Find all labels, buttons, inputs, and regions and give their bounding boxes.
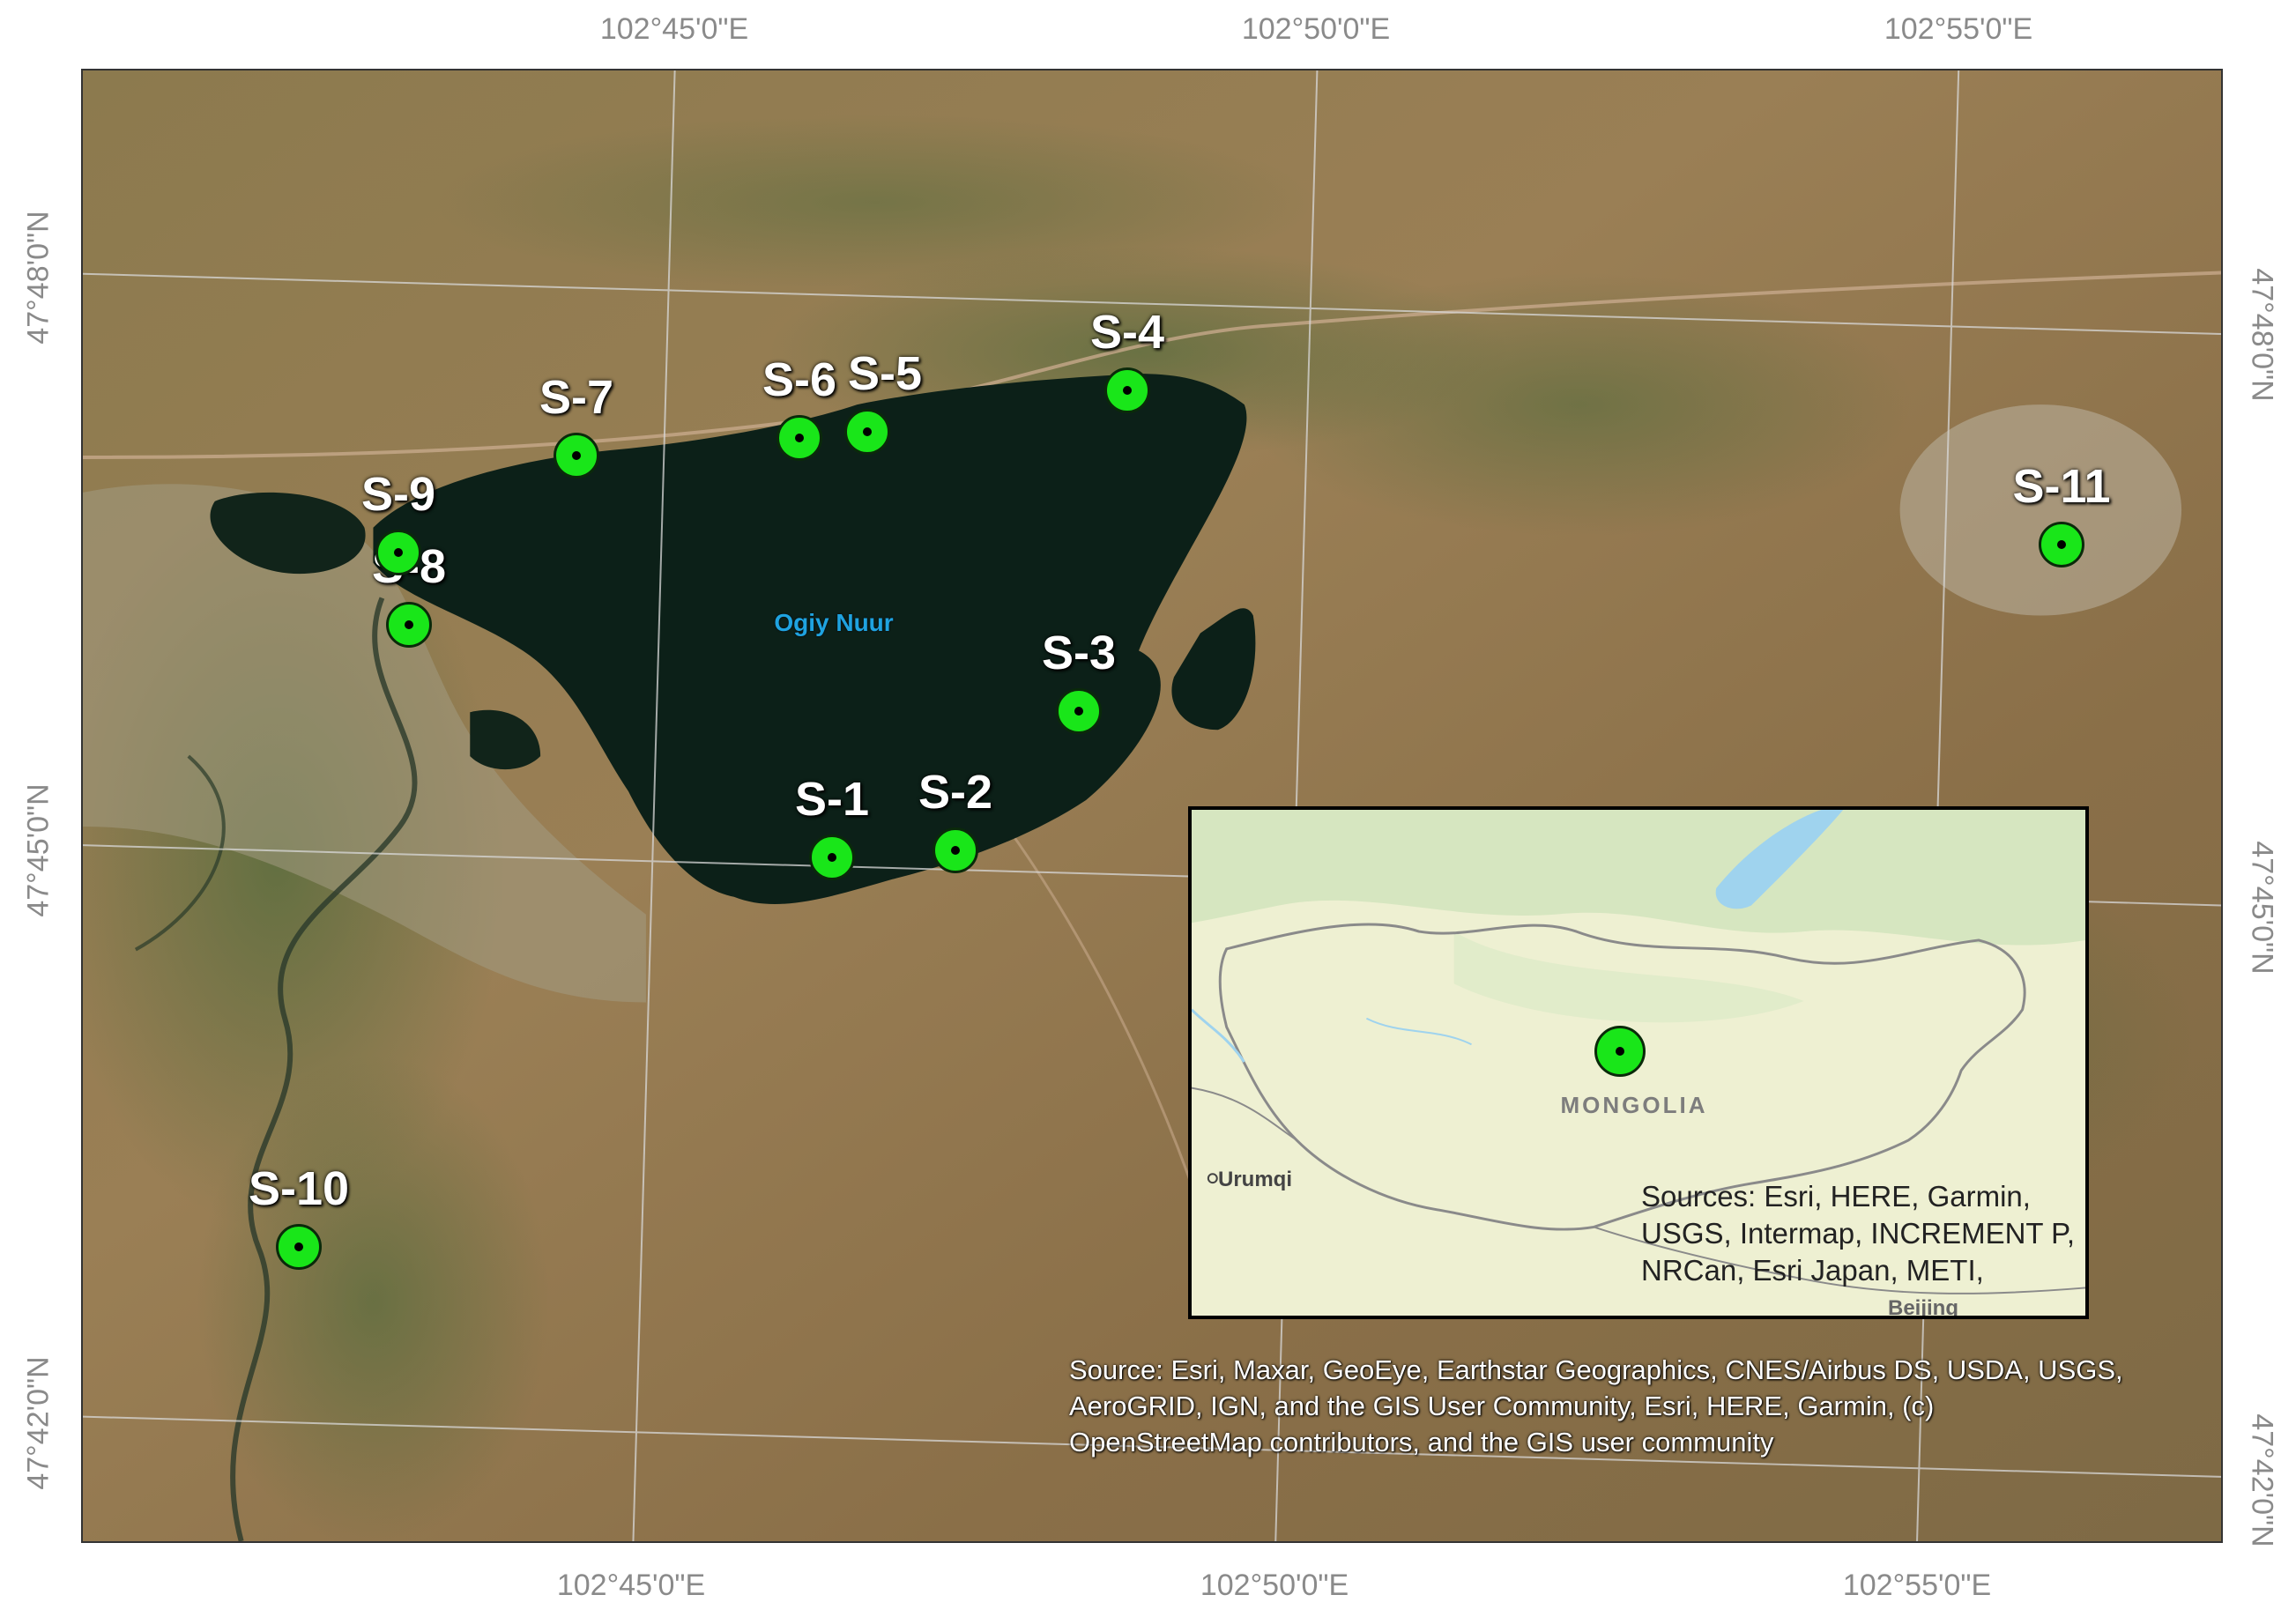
site-label-s2: S-2: [918, 766, 993, 819]
site-marker-s8[interactable]: [386, 602, 432, 648]
site-marker-s10[interactable]: [276, 1224, 322, 1270]
site-marker-s1[interactable]: [809, 834, 855, 880]
inset-country-label: MONGOLIA: [1560, 1092, 1708, 1118]
inset-city-urumqi: Urumqi: [1218, 1168, 1292, 1191]
site-label-s6: S-6: [762, 353, 837, 406]
site-label-s5: S-5: [847, 347, 923, 400]
left-lat-label-2: 47°45'0"N: [21, 783, 56, 917]
bottom-lon-label-3: 102°55'0"E: [1842, 1569, 1992, 1602]
inset-city-beijing: Beijing: [1888, 1296, 1959, 1319]
top-lon-label-2: 102°50'0"E: [1241, 12, 1391, 46]
site-marker-s2[interactable]: [933, 827, 978, 873]
site-label-s11: S-11: [2012, 460, 2111, 513]
site-label-s1: S-1: [794, 773, 870, 826]
site-marker-s3[interactable]: [1056, 688, 1102, 734]
right-lat-label-1: 47°48'0"N: [2245, 268, 2279, 402]
site-marker-s11[interactable]: [2039, 522, 2084, 567]
top-lon-label-3: 102°55'0"E: [1884, 12, 2033, 46]
left-lat-label-3: 47°42'0"N: [21, 1356, 56, 1490]
inset-locator-map[interactable]: MONGOLIA Urumqi Sources: Esri, HERE, Gar…: [1188, 806, 2089, 1319]
site-label-s7: S-7: [539, 371, 614, 424]
inset-study-area-marker[interactable]: [1594, 1026, 1646, 1077]
lake-name-label: Ogiy Nuur: [774, 609, 894, 636]
top-lon-label-1: 102°45'0"E: [599, 12, 749, 46]
site-marker-s6[interactable]: [776, 415, 822, 461]
basemap-attribution: Source: Esri, Maxar, GeoEye, Earthstar G…: [1069, 1354, 2123, 1458]
site-marker-s4[interactable]: [1104, 367, 1150, 413]
right-lat-label-2: 47°45'0"N: [2245, 841, 2279, 975]
site-label-s3: S-3: [1041, 627, 1117, 679]
left-lat-label-1: 47°48'0"N: [21, 211, 56, 345]
right-lat-label-3: 47°42'0"N: [2245, 1413, 2279, 1547]
inset-attribution: Sources: Esri, HERE, Garmin, USGS, Inter…: [1641, 1180, 2076, 1287]
site-marker-s9[interactable]: [375, 530, 421, 575]
site-label-s4: S-4: [1089, 306, 1165, 359]
site-label-s9: S-9: [360, 468, 436, 521]
bottom-lon-label-1: 102°45'0"E: [556, 1569, 706, 1602]
site-label-s10: S-10: [248, 1162, 350, 1215]
site-marker-s7[interactable]: [554, 433, 599, 478]
bottom-lon-label-2: 102°50'0"E: [1200, 1569, 1349, 1602]
site-marker-s5[interactable]: [844, 409, 890, 455]
